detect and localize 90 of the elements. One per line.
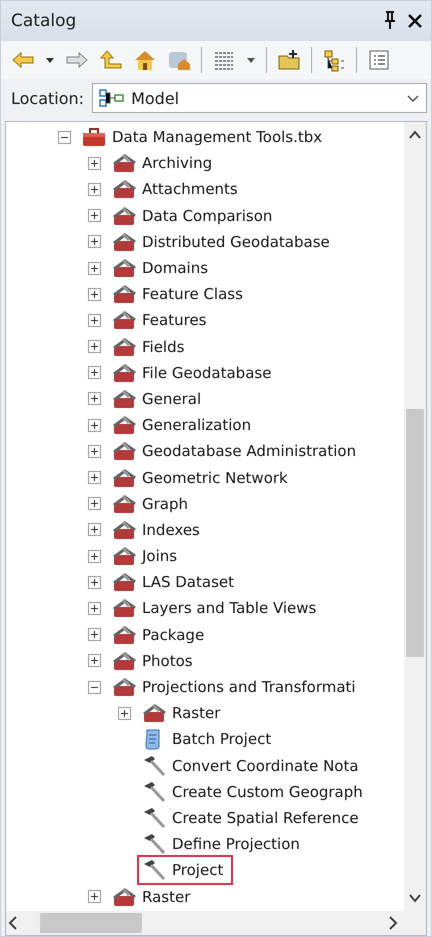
expand-toggle[interactable] xyxy=(118,706,131,720)
tree-view-icon[interactable] xyxy=(322,48,346,72)
expand-toggle[interactable] xyxy=(88,235,101,248)
vertical-scrollbar[interactable] xyxy=(404,122,426,911)
toolbox-icon xyxy=(111,414,137,436)
tree-item[interactable]: Distributed Geodatabase xyxy=(142,232,330,251)
toolbox-icon xyxy=(111,230,137,253)
tree-item[interactable]: Project xyxy=(172,861,224,880)
tree-item[interactable]: Data Comparison xyxy=(142,206,272,225)
tree-item[interactable]: Geodatabase Administration xyxy=(142,442,356,460)
tree-item[interactable]: Graph xyxy=(142,494,188,513)
collapse-toggle[interactable] xyxy=(58,130,71,144)
tree-item[interactable]: Create Custom Geograph xyxy=(172,782,363,801)
tree-item[interactable]: Batch Project xyxy=(172,730,272,748)
panel-title: Catalog xyxy=(11,11,76,31)
toolbox-icon xyxy=(111,518,137,541)
toolbox-icon xyxy=(111,336,137,358)
tree-item[interactable]: Fields xyxy=(142,338,184,356)
expand-toggle[interactable] xyxy=(88,602,101,615)
tree-item[interactable]: Indexes xyxy=(142,520,200,539)
tree-item[interactable]: Raster xyxy=(142,888,190,906)
tree-item[interactable]: General xyxy=(142,390,202,408)
toolbox-icon xyxy=(81,126,107,148)
expand-toggle[interactable] xyxy=(88,523,101,536)
expand-toggle[interactable] xyxy=(88,209,101,222)
expand-toggle[interactable] xyxy=(88,314,101,327)
expand-toggle[interactable] xyxy=(88,288,101,301)
home-icon[interactable] xyxy=(133,48,157,72)
expand-toggle[interactable] xyxy=(88,471,101,484)
tree-item[interactable]: Archiving xyxy=(142,154,212,172)
toolbox-icon xyxy=(111,571,137,594)
tree-item[interactable]: Joins xyxy=(142,547,178,566)
expand-toggle[interactable] xyxy=(88,340,101,354)
tree-item[interactable]: Domains xyxy=(142,259,208,278)
expand-toggle[interactable] xyxy=(88,262,101,275)
tree-item[interactable]: Generalization xyxy=(142,416,252,434)
toolbox-icon xyxy=(111,466,137,489)
expand-toggle[interactable] xyxy=(88,392,101,406)
expand-toggle[interactable] xyxy=(88,654,101,668)
tree-item[interactable]: Geometric Network xyxy=(142,468,288,487)
tree-item[interactable]: Feature Class xyxy=(142,285,243,304)
location-dropdown[interactable]: Model xyxy=(92,83,427,113)
horizontal-scrollbar[interactable] xyxy=(6,911,426,935)
toolbox-icon xyxy=(111,152,137,174)
toolbox-icon xyxy=(111,650,137,672)
tree-item[interactable]: Define Projection xyxy=(172,835,300,854)
expand-toggle[interactable] xyxy=(88,418,101,432)
toolbox-icon xyxy=(111,624,137,646)
expand-toggle[interactable] xyxy=(88,444,101,458)
toolbox-icon xyxy=(111,886,137,908)
tree-item[interactable]: Features xyxy=(142,311,206,330)
tree-item[interactable]: Data Management Tools.tbx xyxy=(112,128,322,146)
chevron-down-icon xyxy=(408,894,422,903)
toolbox-icon xyxy=(111,388,137,410)
toolbox-icon xyxy=(111,257,137,280)
tree-item[interactable]: Convert Coordinate Nota xyxy=(172,756,359,775)
toolbox-icon xyxy=(111,545,137,568)
tree-item[interactable]: Package xyxy=(142,626,204,644)
tree-item[interactable]: Layers and Table Views xyxy=(142,599,316,618)
options-list-icon[interactable] xyxy=(367,48,391,72)
expand-toggle[interactable] xyxy=(88,366,101,380)
toolbox-icon xyxy=(111,178,137,200)
chevron-up-icon xyxy=(408,130,422,139)
toolbox-icon xyxy=(111,597,137,620)
tree-item[interactable]: Photos xyxy=(142,652,193,670)
toolbox-icon xyxy=(111,204,137,227)
tree-item[interactable]: Create Spatial Reference xyxy=(172,808,359,827)
tree-item[interactable]: File Geodatabase xyxy=(142,364,272,382)
model-icon xyxy=(99,88,126,108)
toolbox-icon xyxy=(111,283,137,306)
expand-toggle[interactable] xyxy=(88,156,101,170)
toolbox-icon xyxy=(111,362,137,384)
toolbox-icon xyxy=(111,440,137,462)
expand-toggle[interactable] xyxy=(88,550,101,563)
toolbox-icon xyxy=(111,676,137,698)
tree-item[interactable]: Attachments xyxy=(142,180,238,198)
add-folder-icon[interactable] xyxy=(277,48,301,72)
expand-toggle[interactable] xyxy=(88,628,101,642)
expand-toggle[interactable] xyxy=(88,576,101,589)
toolbox-icon xyxy=(111,492,137,515)
toolbox-icon xyxy=(111,309,137,332)
toolbox-icon xyxy=(141,702,167,724)
expand-toggle[interactable] xyxy=(88,497,101,510)
expand-toggle[interactable] xyxy=(88,182,101,196)
collapse-toggle[interactable] xyxy=(88,680,101,694)
expand-toggle[interactable] xyxy=(88,890,101,904)
tree-item[interactable]: Projections and Transformati xyxy=(142,678,356,696)
tree-item[interactable]: Raster xyxy=(172,704,220,722)
location-label: Location: xyxy=(11,88,84,108)
tree-item[interactable]: LAS Dataset xyxy=(142,573,234,592)
